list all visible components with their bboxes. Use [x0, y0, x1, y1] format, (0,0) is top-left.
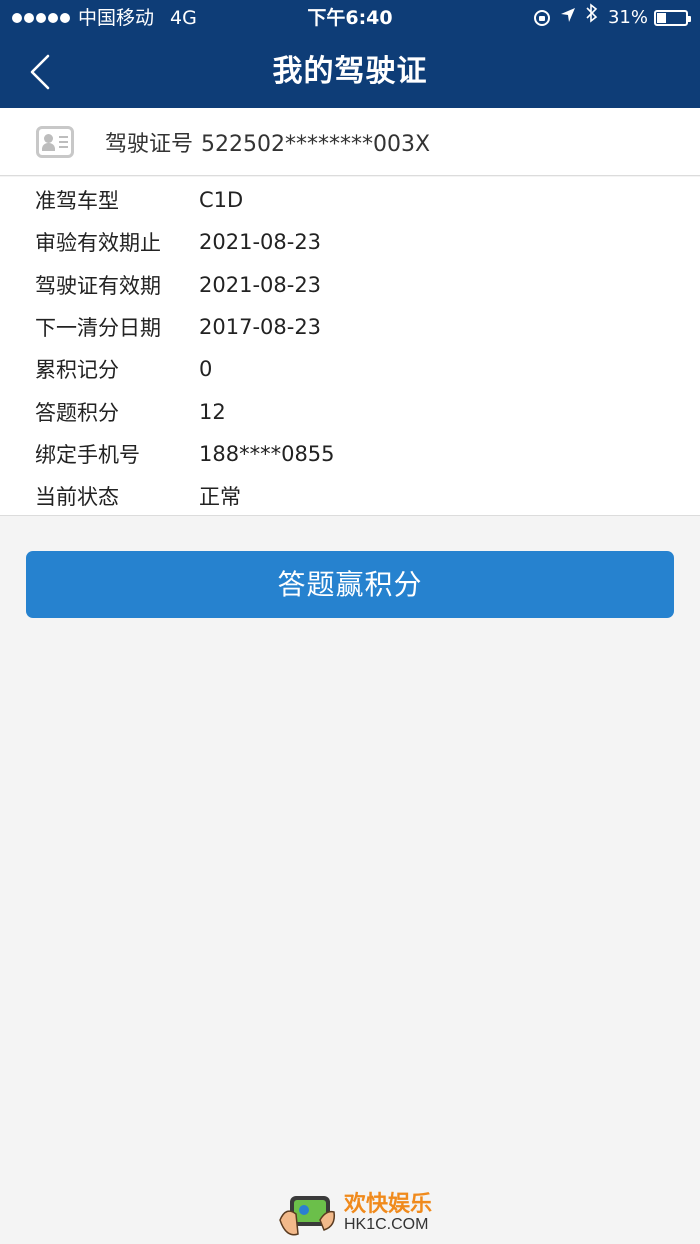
- detail-row-bound-phone: 绑定手机号 188****0855: [0, 433, 700, 475]
- detail-label: 累积记分: [35, 358, 119, 383]
- detail-label: 答题积分: [35, 400, 119, 425]
- watermark-domain: HK1C.COM: [344, 1216, 429, 1233]
- answer-quiz-earn-points-button[interactable]: 答题赢积分: [26, 551, 674, 618]
- detail-row-inspection-expiry: 审验有效期止 2021-08-23: [0, 221, 700, 263]
- detail-row-quiz-points: 答题积分 12: [0, 390, 700, 432]
- detail-row-license-validity: 驾驶证有效期 2021-08-23: [0, 264, 700, 306]
- detail-label: 绑定手机号: [35, 442, 140, 467]
- detail-label: 下一清分日期: [35, 316, 161, 341]
- license-number-row: 驾驶证号 522502********003X: [0, 108, 700, 176]
- status-right: 31%: [533, 0, 691, 36]
- license-number-value: 522502********003X: [201, 131, 431, 157]
- detail-row-current-status: 当前状态 正常: [0, 475, 700, 517]
- orientation-lock-icon: [533, 10, 550, 26]
- navigation-bar: 我的驾驶证: [0, 36, 700, 108]
- detail-label: 驾驶证有效期: [35, 273, 161, 298]
- detail-row-accumulated-points: 累积记分 0: [0, 348, 700, 390]
- battery-icon: [654, 10, 691, 26]
- license-number-label: 驾驶证号: [105, 131, 194, 157]
- detail-value: 正常: [199, 485, 241, 510]
- location-arrow-icon: [560, 0, 576, 36]
- top-bar: 中国移动 4G 下午6:40 31% 我的驾驶证: [0, 0, 700, 108]
- status-bar: 中国移动 4G 下午6:40 31%: [0, 0, 700, 36]
- detail-label: 当前状态: [35, 485, 119, 510]
- detail-label: 准驾车型: [35, 189, 119, 214]
- detail-value: 0: [199, 357, 213, 382]
- watermark-name: 欢快娱乐: [344, 1192, 433, 1217]
- page-title: 我的驾驶证: [272, 54, 428, 89]
- detail-label: 审验有效期止: [35, 231, 161, 256]
- watermark: 欢快娱乐 HK1C.COM: [276, 1186, 446, 1240]
- bluetooth-icon: [586, 0, 598, 36]
- detail-value: C1D: [199, 188, 244, 213]
- battery-level: [657, 13, 666, 23]
- license-details-list: 准驾车型 C1D 审验有效期止 2021-08-23 驾驶证有效期 2021-0…: [0, 177, 700, 516]
- game-controller-logo: [279, 1196, 336, 1236]
- detail-value: 2017-08-23: [199, 315, 322, 340]
- detail-row-next-clear-date: 下一清分日期 2017-08-23: [0, 306, 700, 348]
- license-number-text: 驾驶证号 522502********003X: [105, 126, 430, 158]
- detail-value: 188****0855: [199, 441, 335, 466]
- detail-value: 12: [199, 399, 226, 424]
- detail-value: 2021-08-23: [199, 272, 322, 297]
- battery-percent: 31%: [607, 7, 648, 28]
- detail-value: 2021-08-23: [199, 230, 322, 255]
- detail-row-vehicle-class: 准驾车型 C1D: [0, 179, 700, 221]
- id-card-icon: [36, 125, 74, 158]
